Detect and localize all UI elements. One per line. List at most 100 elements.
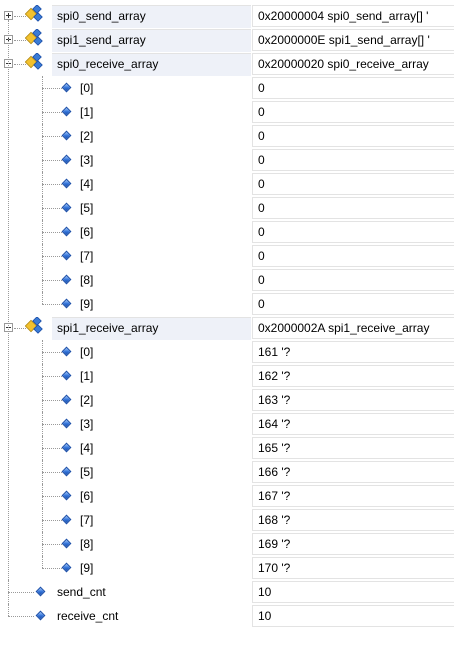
variable-name: spi0_receive_array [57,57,159,71]
watch-name-cell: [8] [0,268,251,292]
watch-row[interactable]: [4] 0 [0,172,454,196]
watch-row[interactable]: spi0_receive_array 0x20000020 spi0_receiv… [0,52,454,76]
variable-name: [2] [80,393,94,407]
tree-connector [42,472,62,473]
watch-row[interactable]: receive_cnt 10 [0,604,454,628]
watch-row[interactable]: send_cnt 10 [0,580,454,604]
member-diamond-icon [61,514,72,525]
watch-name-cell: [8] [0,532,251,556]
variable-name: receive_cnt [57,609,119,623]
member-diamond-icon [61,106,72,117]
variable-value[interactable]: 0 [252,269,454,291]
watch-row[interactable]: [3] 164 '? [0,412,454,436]
watch-name-cell: [3] [0,148,251,172]
variable-value[interactable]: 0 [252,197,454,219]
variable-value[interactable]: 0 [252,101,454,123]
watch-row[interactable]: [0] 0 [0,76,454,100]
variable-name: [5] [80,465,94,479]
variable-name: [7] [80,249,94,263]
variable-value[interactable]: 0 [252,173,454,195]
variable-value[interactable]: 0 [252,125,454,147]
tree-connector [42,496,62,497]
watch-row[interactable]: [8] 169 '? [0,532,454,556]
variable-name: spi0_send_array [57,9,146,23]
watch-row[interactable]: spi1_send_array 0x2000000E spi1_send_arra… [0,28,454,52]
tree-connector [42,568,62,569]
variable-name: [4] [80,441,94,455]
watch-row[interactable]: [5] 166 '? [0,460,454,484]
variable-value[interactable]: 0x2000002A spi1_receive_array [252,317,454,339]
variable-name: [1] [80,369,94,383]
watch-row[interactable]: [1] 162 '? [0,364,454,388]
tree-connector [42,136,62,137]
watch-row[interactable]: [1] 0 [0,100,454,124]
watch-row[interactable]: [9] 0 [0,292,454,316]
tree-connector [8,592,34,593]
variable-name: [0] [80,345,94,359]
watch-name-cell: [7] [0,508,251,532]
tree-connector [42,208,62,209]
watch-row[interactable]: [9] 170 '? [0,556,454,580]
watch-row[interactable]: spi1_receive_array 0x2000002A spi1_receiv… [0,316,454,340]
variable-value[interactable]: 164 '? [252,413,454,435]
tree-connector [42,400,62,401]
variable-value[interactable]: 10 [252,581,454,603]
member-diamond-icon [35,586,46,597]
variable-value[interactable]: 166 '? [252,461,454,483]
tree-connector [42,304,62,305]
watch-row[interactable]: [4] 165 '? [0,436,454,460]
watch-row[interactable]: [2] 0 [0,124,454,148]
watch-row[interactable]: [3] 0 [0,148,454,172]
watch-name-cell: [2] [0,124,251,148]
watch-row[interactable]: [7] 0 [0,244,454,268]
variable-value[interactable]: 0 [252,245,454,267]
variable-value[interactable]: 162 '? [252,365,454,387]
variable-value[interactable]: 163 '? [252,389,454,411]
expand-plus-icon[interactable] [4,11,13,20]
variable-value[interactable]: 0 [252,221,454,243]
member-diamond-icon [61,346,72,357]
member-diamond-icon [61,418,72,429]
watch-row[interactable]: [8] 0 [0,268,454,292]
variable-value[interactable]: 169 '? [252,533,454,555]
watch-row[interactable]: [7] 168 '? [0,508,454,532]
variable-name: [6] [80,489,94,503]
watch-name-cell: [4] [0,436,251,460]
variable-name: [0] [80,81,94,95]
watch-name-cell: [6] [0,220,251,244]
struct-variable-icon [24,316,45,335]
variable-value[interactable]: 170 '? [252,557,454,579]
tree-connector [42,376,62,377]
tree-connector [42,352,62,353]
variable-value[interactable]: 10 [252,605,454,627]
watch-name-cell: [6] [0,484,251,508]
variable-value[interactable]: 0x20000004 spi0_send_array[] ' [252,5,454,27]
variable-value[interactable]: 165 '? [252,437,454,459]
variable-value[interactable]: 0 [252,77,454,99]
variable-value[interactable]: 167 '? [252,485,454,507]
variable-name: [7] [80,513,94,527]
watch-name-cell: [1] [0,364,251,388]
watch-name-cell: [9] [0,292,251,316]
watch-row[interactable]: [5] 0 [0,196,454,220]
struct-variable-icon [24,28,45,47]
watch-row[interactable]: [6] 0 [0,220,454,244]
variable-name: send_cnt [57,585,106,599]
variable-value[interactable]: 0 [252,293,454,315]
watch-row[interactable]: [6] 167 '? [0,484,454,508]
variable-value[interactable]: 0x20000020 spi0_receive_array [252,53,454,75]
variable-value[interactable]: 161 '? [252,341,454,363]
variable-name: spi1_send_array [57,33,146,47]
variable-value[interactable]: 168 '? [252,509,454,531]
watch-row[interactable]: [2] 163 '? [0,388,454,412]
variable-name: [3] [80,417,94,431]
member-diamond-icon [61,274,72,285]
watch-name-cell: spi1_receive_array [0,316,251,340]
watch-row[interactable]: spi0_send_array 0x20000004 spi0_send_arra… [0,4,454,28]
watch-row[interactable]: [0] 161 '? [0,340,454,364]
member-diamond-icon [61,466,72,477]
variable-value[interactable]: 0 [252,149,454,171]
tree-connector [42,292,43,304]
variable-value[interactable]: 0x2000000E spi1_send_array[] ' [252,29,454,51]
variable-name: [9] [80,561,94,575]
